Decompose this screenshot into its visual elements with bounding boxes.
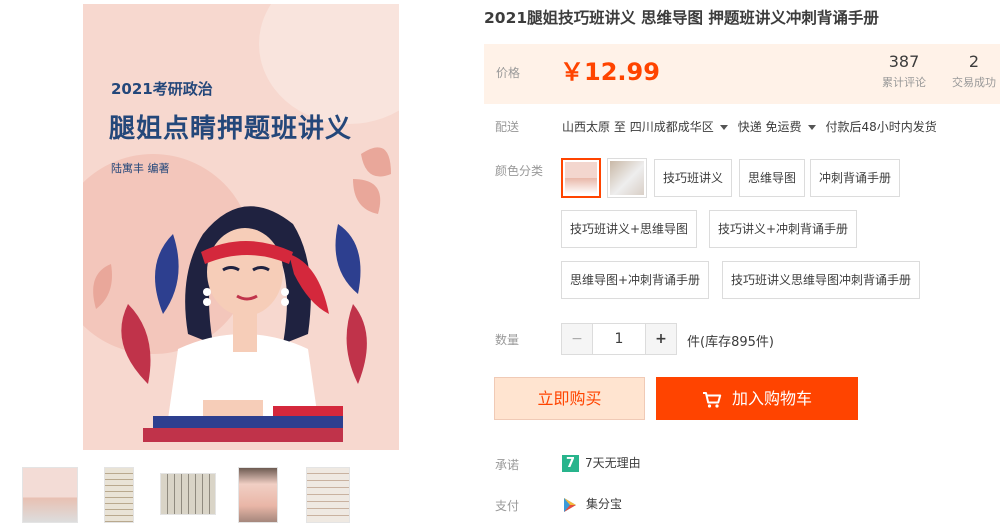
sku-option[interactable]: 思维导图+冲刺背诵手册 (561, 261, 710, 299)
sku-option[interactable]: 技巧班讲义思维导图冲刺背诵手册 (722, 261, 921, 299)
review-count-value: 387 (888, 52, 920, 71)
shipping-label: 配送 (495, 120, 520, 134)
thumbnail-2[interactable] (104, 467, 134, 523)
sales-count-value: 2 (968, 52, 980, 71)
product-title: 2021腿姐技巧班讲义 思维导图 押题班讲义冲刺背诵手册 (484, 9, 879, 27)
cover-title: 腿姐点睛押题班讲义 (109, 114, 353, 144)
sku-label: 颜色分类 (495, 164, 544, 178)
seven-day-return-icon: 7 (562, 455, 579, 472)
sales-count: 2 交易成功 (946, 52, 1000, 90)
sku-option[interactable]: 技巧班讲义 (654, 159, 733, 197)
cover-pretitle: 2021考研政治 (111, 80, 213, 98)
shipping-row: 山西太原 至 四川成都成华区 快递 免运费 付款后48小时内发货 (562, 118, 937, 135)
sku-option[interactable]: 技巧讲义+冲刺背诵手册 (709, 210, 858, 248)
ship-to-word: 至 (613, 120, 626, 134)
ship-delivery: 付款后48小时内发货 (825, 120, 937, 134)
thumbnail-strip (20, 467, 380, 525)
quantity-stepper: − 1 + (561, 323, 677, 355)
ship-from: 山西太原 (562, 120, 611, 134)
payment-text: 集分宝 (586, 497, 623, 511)
review-count[interactable]: 387 累计评论 (876, 52, 932, 90)
price-value: ￥12.99 (560, 58, 660, 86)
quantity-increase-button[interactable]: + (645, 323, 677, 355)
sku-image-option-2[interactable] (607, 158, 647, 198)
quantity-input[interactable]: 1 (593, 323, 645, 355)
quantity-label: 数量 (495, 333, 520, 347)
thumbnail-1[interactable] (22, 467, 78, 523)
add-to-cart-label: 加入购物车 (731, 389, 812, 408)
ship-method[interactable]: 快递 免运费 (738, 120, 802, 134)
chevron-down-icon[interactable] (807, 125, 816, 130)
price-panel: 价格 ￥12.99 387 累计评论 2 交易成功 (484, 44, 1000, 104)
sku-option[interactable]: 冲刺背诵手册 (810, 159, 901, 197)
sales-count-label: 交易成功 (952, 76, 996, 89)
thumbnail-5[interactable] (306, 467, 350, 523)
payment-label: 支付 (495, 499, 520, 513)
jifenbao-icon (564, 497, 576, 512)
sku-option[interactable]: 技巧班讲义+思维导图 (561, 210, 698, 248)
price-label: 价格 (496, 66, 521, 80)
review-count-label: 累计评论 (882, 76, 926, 89)
payment-row: 集分宝 (562, 495, 622, 513)
promise-row: 7 7天无理由 (562, 454, 641, 472)
thumbnail-4[interactable] (238, 467, 278, 523)
promise-label: 承诺 (495, 458, 520, 472)
thumbnail-3[interactable] (160, 473, 216, 515)
main-product-image[interactable]: 2021考研政治 腿姐点睛押题班讲义 陆寓丰 编著 (83, 4, 399, 450)
ship-to[interactable]: 四川成都成华区 (630, 120, 714, 134)
cart-icon (702, 391, 722, 408)
cover-author: 陆寓丰 编著 (111, 162, 170, 175)
add-to-cart-button[interactable]: 加入购物车 (656, 377, 858, 420)
stock-info: 件(库存895件) (687, 335, 774, 350)
sku-image-option-1[interactable] (561, 158, 601, 198)
cover-illustration (93, 147, 391, 442)
promise-text[interactable]: 7天无理由 (585, 456, 641, 470)
sku-option[interactable]: 思维导图 (739, 159, 806, 197)
quantity-decrease-button[interactable]: − (561, 323, 593, 355)
buy-now-button[interactable]: 立即购买 (494, 377, 645, 420)
chevron-down-icon[interactable] (719, 125, 728, 130)
